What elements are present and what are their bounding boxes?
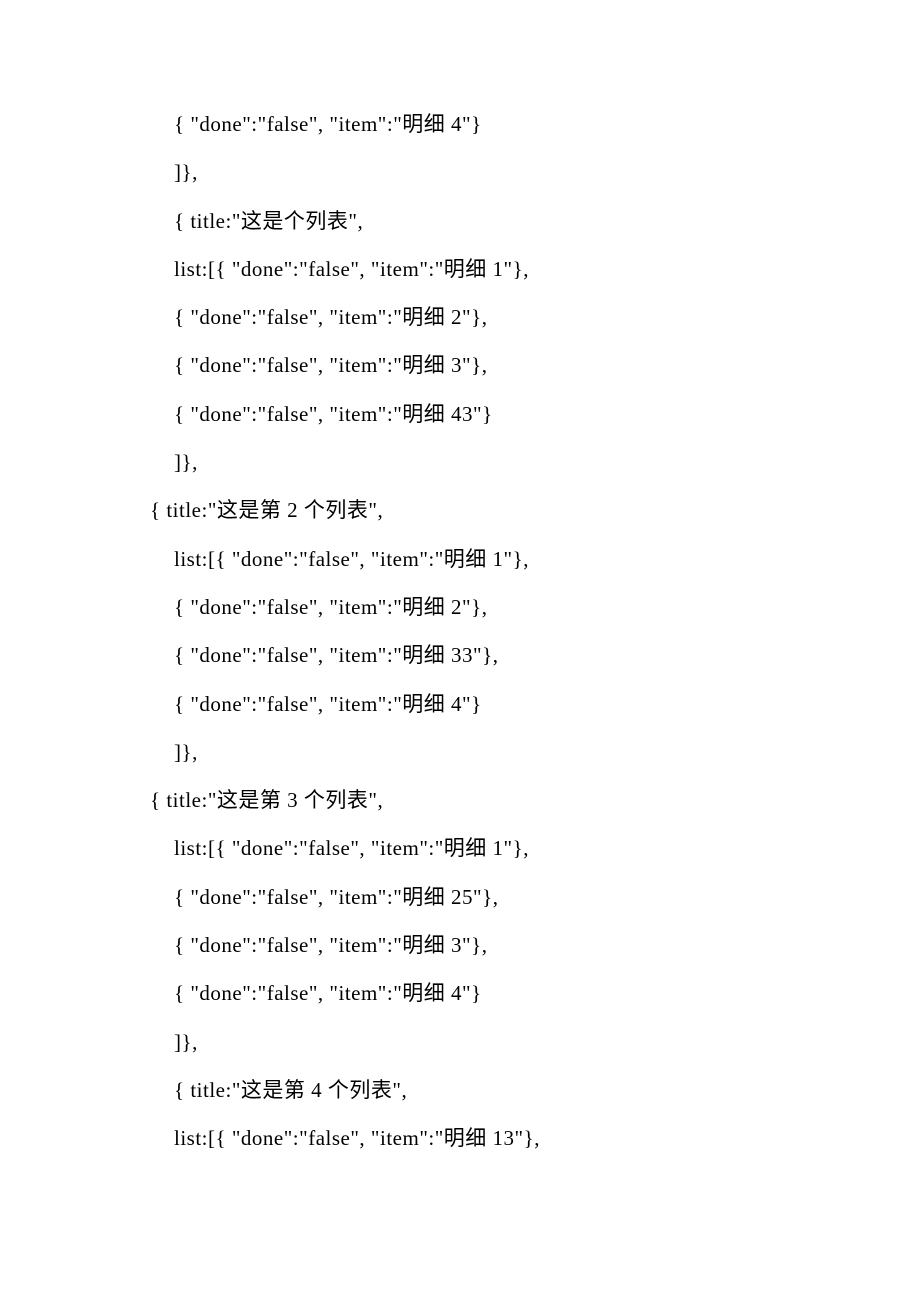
code-line: { "done":"false", "item":"明细 43"}	[150, 390, 810, 438]
code-line: { "done":"false", "item":"明细 2"},	[150, 583, 810, 631]
code-line: ]},	[150, 728, 810, 776]
code-line: { "done":"false", "item":"明细 4"}	[150, 100, 810, 148]
code-line: ]},	[150, 148, 810, 196]
code-line: { title:"这是第 4 个列表",	[150, 1066, 810, 1114]
code-line: ]},	[150, 438, 810, 486]
code-line: { "done":"false", "item":"明细 4"}	[150, 969, 810, 1017]
code-line: { title:"这是第 3 个列表",	[150, 776, 810, 824]
code-line: { title:"这是个列表",	[150, 197, 810, 245]
code-line: { "done":"false", "item":"明细 33"},	[150, 631, 810, 679]
code-line: list:[{ "done":"false", "item":"明细 1"},	[150, 824, 810, 872]
code-line: { "done":"false", "item":"明细 4"}	[150, 680, 810, 728]
code-line: { "done":"false", "item":"明细 2"},	[150, 293, 810, 341]
code-document: { "done":"false", "item":"明细 4"} ]}, { t…	[0, 0, 920, 1263]
code-line: list:[{ "done":"false", "item":"明细 1"},	[150, 245, 810, 293]
code-line: list:[{ "done":"false", "item":"明细 1"},	[150, 535, 810, 583]
code-line: { "done":"false", "item":"明细 25"},	[150, 873, 810, 921]
code-line: list:[{ "done":"false", "item":"明细 13"},	[150, 1114, 810, 1162]
code-line: ]},	[150, 1018, 810, 1066]
code-line: { "done":"false", "item":"明细 3"},	[150, 921, 810, 969]
code-line: { title:"这是第 2 个列表",	[150, 486, 810, 534]
code-line: { "done":"false", "item":"明细 3"},	[150, 341, 810, 389]
